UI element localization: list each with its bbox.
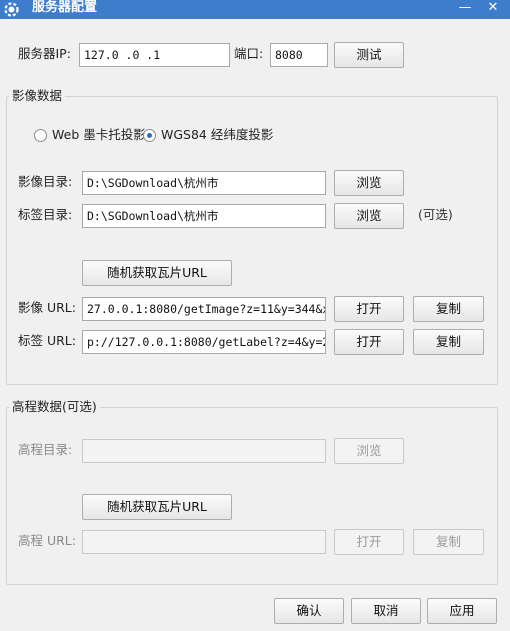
elevation-url-copy-button: 复制	[413, 529, 484, 555]
radio-web-mercator-label: Web 墨卡托投影	[52, 127, 146, 142]
image-url-open-button[interactable]: 打开	[334, 296, 404, 322]
label-dir-browse-button[interactable]: 浏览	[334, 203, 404, 229]
elevation-random-tile-url-button[interactable]: 随机获取瓦片URL	[82, 494, 232, 520]
port-field[interactable]: 8080	[270, 43, 328, 67]
radio-wgs84[interactable]	[143, 129, 156, 142]
test-button[interactable]: 测试	[334, 42, 404, 68]
image-dir-browse-button[interactable]: 浏览	[334, 170, 404, 196]
elevation-url-label: 高程 URL:	[18, 533, 76, 548]
apply-button[interactable]: 应用	[427, 598, 497, 624]
close-button[interactable]: ✕	[480, 0, 506, 19]
label-dir-field[interactable]: D:\SGDownload\杭州市	[82, 204, 326, 228]
label-dir-optional-note: (可选)	[418, 207, 453, 222]
elevation-group	[6, 407, 498, 585]
minimize-button[interactable]: —	[452, 0, 478, 19]
server-ip-label: 服务器IP:	[18, 46, 71, 61]
cancel-button[interactable]: 取消	[351, 598, 421, 624]
image-dir-label: 影像目录:	[18, 174, 73, 189]
image-url-copy-button[interactable]: 复制	[413, 296, 484, 322]
image-dir-field[interactable]: D:\SGDownload\杭州市	[82, 171, 326, 195]
label-url-open-button[interactable]: 打开	[334, 329, 404, 355]
app-gear-icon	[4, 2, 19, 17]
elevation-dir-field	[82, 439, 326, 463]
title-bar: 服务器配置 — ✕	[0, 0, 510, 19]
label-url-label: 标签 URL:	[18, 333, 76, 348]
elevation-url-open-button: 打开	[334, 529, 404, 555]
window-title: 服务器配置	[32, 0, 98, 15]
ok-button[interactable]: 确认	[274, 598, 344, 624]
random-tile-url-button[interactable]: 随机获取瓦片URL	[82, 260, 232, 286]
elevation-dir-label: 高程目录:	[18, 442, 73, 457]
port-label: 端口:	[234, 46, 264, 61]
radio-wgs84-label: WGS84 经纬度投影	[161, 127, 274, 142]
elevation-url-field	[82, 530, 326, 554]
imagery-group-title: 影像数据	[9, 88, 66, 104]
radio-web-mercator[interactable]	[34, 129, 47, 142]
image-url-field[interactable]: 27.0.0.1:8080/getImage?z=11&y=344&x=169d	[82, 297, 326, 321]
label-url-field[interactable]: p://127.0.0.1:8080/getLabel?z=4&y=2&x=13	[82, 330, 326, 354]
label-dir-label: 标签目录:	[18, 207, 73, 222]
elevation-group-title: 高程数据(可选)	[9, 399, 100, 415]
server-ip-field[interactable]: 127.0 .0 .1	[79, 43, 230, 67]
label-url-copy-button[interactable]: 复制	[413, 329, 484, 355]
elevation-dir-browse-button: 浏览	[334, 438, 404, 464]
image-url-label: 影像 URL:	[18, 300, 76, 315]
